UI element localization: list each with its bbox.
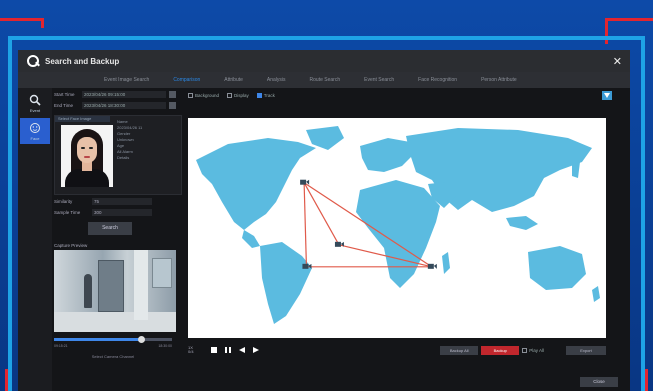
options-row: Background Display Track (186, 88, 622, 102)
corner-bracket-bottom-right (645, 369, 653, 391)
tab-person-attribute[interactable]: Person Attribute (469, 77, 529, 83)
camera-footer[interactable]: Select Camera Channel (54, 354, 172, 359)
sidebar-item-event[interactable]: Event (20, 90, 50, 116)
sidebar-item-label: Face (30, 135, 40, 141)
tab-event-image-search[interactable]: Event Image Search (92, 77, 161, 83)
tab-analysis[interactable]: Analysis (255, 77, 298, 83)
end-time-row: End Time 2023/04/26 18:30:00 (54, 101, 182, 110)
similarity-label: Similarity (54, 199, 73, 204)
sidebar-item-face[interactable]: Face (20, 118, 50, 144)
map-svg (196, 126, 600, 324)
start-time-row: Start Time 2023/04/26 09:15:00 (54, 90, 182, 99)
sample-time-field[interactable]: 300 (92, 209, 152, 216)
backup-all-button[interactable]: Backup All (440, 345, 479, 355)
sidebar: Event Face (18, 88, 52, 391)
tab-event-search[interactable]: Event Search (352, 77, 406, 83)
slider-knob[interactable] (137, 336, 145, 343)
sample-time-label: Sample Time (54, 210, 81, 215)
option-label: Background (195, 92, 220, 98)
search-panel: Start Time 2023/04/26 09:15:00 End Time … (54, 88, 182, 391)
search-button[interactable]: Search (88, 222, 132, 235)
end-time-field[interactable]: 2023/04/26 18:30:00 (82, 102, 166, 109)
option-label: Track (263, 92, 275, 98)
corner-bracket-bottom-left (0, 369, 8, 391)
camera-preview[interactable] (54, 250, 176, 332)
option-track[interactable]: Track (256, 92, 275, 98)
tab-route-search[interactable]: Route Search (298, 77, 353, 83)
speed-sub: 0/4 (188, 349, 194, 354)
slider-fill (54, 338, 142, 341)
sample-time-row: Sample Time 300 (54, 208, 182, 217)
backup-button[interactable]: Backup (481, 345, 520, 355)
world-map[interactable] (188, 118, 606, 338)
checkbox[interactable] (227, 92, 233, 98)
land-masses (196, 126, 600, 324)
speed-indicator: 1X 0/4 (188, 346, 204, 354)
end-time-label: End Time (54, 103, 74, 108)
route-line-1 (303, 182, 308, 267)
playback-controls: 1X 0/4 Backup All Backup Play All Export (188, 344, 606, 356)
slider-times: 09:15:21 18:30:00 (54, 344, 172, 348)
camera-header: Capture Preview (54, 243, 88, 248)
calendar-icon[interactable] (169, 91, 176, 98)
tab-face-recognition[interactable]: Face Recognition (406, 77, 469, 83)
title-bar: Search and Backup ✕ (18, 50, 630, 72)
play-all-option[interactable]: Play All (522, 347, 544, 353)
option-background[interactable]: Background (188, 92, 220, 98)
stop-button[interactable] (208, 345, 219, 355)
search-icon (26, 54, 40, 68)
filter-icon[interactable] (602, 90, 612, 100)
play-icon (252, 347, 259, 353)
checkbox[interactable] (188, 92, 193, 98)
play-button[interactable] (250, 345, 261, 355)
camera-marker-3[interactable] (427, 263, 437, 269)
option-label: Play All (529, 347, 544, 353)
face-select-box: Select Face Image Name 2023/04/26 11 Gen… (54, 115, 182, 195)
playback-slider[interactable] (54, 336, 172, 343)
tab-bar: Event Image Search Comparison Attribute … (18, 72, 630, 88)
search-icon (29, 94, 41, 106)
time-end: 18:30:00 (158, 344, 172, 348)
tab-attribute[interactable]: Attribute (212, 77, 255, 83)
checkbox[interactable] (256, 92, 262, 98)
export-button[interactable]: Export (566, 345, 606, 355)
stop-icon (210, 347, 217, 353)
time-start: 09:15:21 (54, 344, 68, 348)
search-backup-window: Search and Backup ✕ Event Image Search C… (18, 50, 630, 391)
pause-icon (224, 347, 231, 353)
map-panel: Background Display Track 1X 0/4 Backup A… (186, 88, 622, 391)
option-label: Display (234, 92, 249, 98)
calendar-icon[interactable] (169, 102, 176, 109)
start-time-field[interactable]: 2023/04/26 09:15:00 (82, 91, 166, 98)
sidebar-item-label: Event (29, 107, 41, 113)
close-window-button[interactable]: Close (580, 377, 618, 387)
face-box-header: Select Face Image (55, 116, 110, 122)
rewind-icon (238, 347, 245, 353)
window-title: Search and Backup (45, 56, 120, 66)
similarity-row: Similarity 75 (54, 197, 182, 206)
route-line-0 (303, 182, 340, 246)
checkbox[interactable] (522, 347, 528, 353)
option-display[interactable]: Display (227, 92, 249, 98)
face-info: Name 2023/04/26 11 Gender Unknown Age Al… (117, 119, 142, 161)
rewind-button[interactable] (236, 345, 247, 355)
corner-bracket-top-left (0, 18, 44, 28)
similarity-field[interactable]: 75 (92, 198, 152, 205)
face-image[interactable] (61, 125, 113, 187)
camera-marker-0[interactable] (300, 179, 310, 185)
info-line: Details (117, 155, 130, 160)
tab-comparison[interactable]: Comparison (161, 77, 212, 83)
pause-button[interactable] (222, 345, 233, 355)
face-icon (30, 122, 40, 133)
start-time-label: Start Time (54, 92, 75, 97)
close-button[interactable]: ✕ (613, 55, 622, 68)
